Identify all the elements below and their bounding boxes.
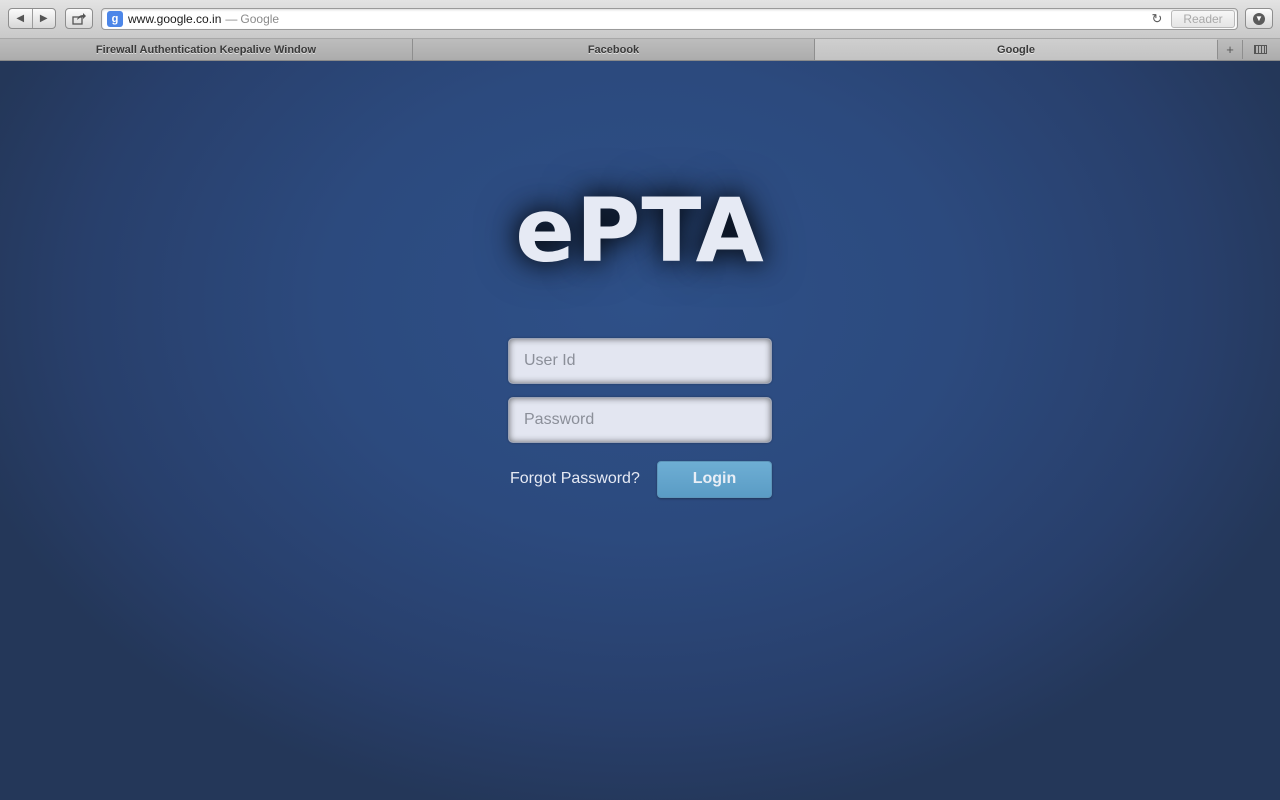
epta-logo: ePTA [515, 179, 765, 282]
login-button[interactable]: Login [657, 461, 772, 498]
reload-icon[interactable]: ↻ [1149, 11, 1165, 27]
downloads-button[interactable]: ▼ [1245, 8, 1273, 29]
tab-label: Firewall Authentication Keepalive Window [95, 43, 317, 56]
tab-view-button[interactable] [1251, 43, 1269, 56]
download-icon: ▼ [1253, 12, 1265, 25]
new-tab-icon[interactable]: + [1217, 40, 1243, 59]
address-text: www.google.co.in — Google [128, 12, 279, 26]
url-value: www.google.co.in [128, 12, 222, 26]
browser-toolbar: ◀ ▶ g www.google.co.in — Google ↻ Reader ▼ [0, 0, 1280, 39]
share-button[interactable] [65, 8, 93, 29]
nav-buttons: ◀ ▶ [8, 8, 56, 29]
url-separator: — [225, 12, 238, 26]
tab-label: Facebook [587, 43, 640, 56]
tab-label: Google [997, 43, 1035, 56]
password-field[interactable] [508, 397, 772, 443]
tab-overview-icon [1253, 45, 1267, 54]
forgot-password-link[interactable]: Forgot Password? [510, 470, 640, 488]
login-page: ePTA Forgot Password? Login [0, 61, 1280, 800]
reader-button[interactable]: Reader [1171, 10, 1235, 28]
google-favicon-icon: g [107, 11, 123, 27]
userid-field[interactable] [508, 338, 772, 384]
password-input[interactable] [509, 398, 771, 442]
forward-icon[interactable]: ▶ [31, 9, 56, 28]
back-icon[interactable]: ◀ [9, 9, 32, 28]
tab-bar: Firewall Authentication Keepalive Window… [0, 39, 1280, 61]
tab-firewall[interactable]: Firewall Authentication Keepalive Window [0, 39, 412, 60]
address-bar[interactable]: g www.google.co.in — Google ↻ Reader [101, 8, 1238, 30]
tab-facebook[interactable]: Facebook [412, 39, 814, 60]
userid-input[interactable] [509, 339, 771, 383]
url-page-title: Google [240, 12, 280, 26]
tab-google[interactable]: Google [814, 39, 1217, 60]
share-icon [72, 12, 86, 25]
